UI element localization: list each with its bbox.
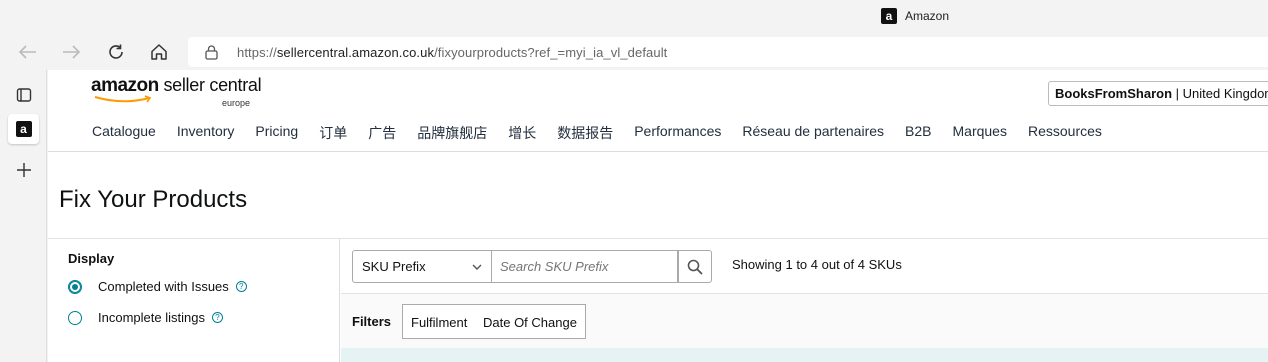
nav-item-growth[interactable]: 增长 bbox=[508, 123, 536, 143]
back-button[interactable] bbox=[14, 40, 42, 64]
option-incomplete-listings[interactable]: Incomplete listings ? bbox=[68, 310, 223, 325]
reload-button[interactable] bbox=[102, 40, 130, 64]
filter-fulfilment-button[interactable]: Fulfilment bbox=[402, 304, 477, 339]
filters-bar: Filters Fulfilment Date Of Change bbox=[341, 293, 1268, 348]
amazon-logo-icon: a bbox=[15, 121, 32, 137]
nav-item-orders[interactable]: 订单 bbox=[319, 123, 347, 143]
lock-icon[interactable] bbox=[205, 45, 218, 60]
url-scheme: https:// bbox=[237, 45, 277, 60]
results-header-strip bbox=[341, 348, 1268, 362]
search-icon bbox=[687, 259, 703, 275]
account-store-name: BooksFromSharon bbox=[1055, 86, 1173, 101]
results-count: Showing 1 to 4 out of 4 SKUs bbox=[732, 257, 902, 272]
seller-central-header: amazon seller central europe BooksFromSh… bbox=[48, 70, 1268, 152]
seller-central-logo[interactable]: amazon seller central europe bbox=[91, 75, 262, 108]
account-separator: | bbox=[1172, 86, 1183, 101]
home-icon bbox=[151, 44, 167, 60]
url-path: /fixyourproducts?ref_=myi_ia_vl_default bbox=[434, 45, 668, 60]
plus-icon bbox=[16, 163, 31, 177]
search-type-select[interactable]: SKU Prefix bbox=[352, 250, 492, 283]
account-marketplace: United Kingdom bbox=[1182, 86, 1268, 101]
display-heading: Display bbox=[68, 251, 115, 266]
search-button[interactable] bbox=[678, 250, 712, 283]
nav-item-resources[interactable]: Ressources bbox=[1028, 123, 1102, 143]
nav-item-b2b[interactable]: B2B bbox=[905, 123, 931, 143]
search-type-value: SKU Prefix bbox=[362, 259, 426, 274]
option-label: Completed with Issues bbox=[98, 279, 229, 294]
url-text[interactable]: https://sellercentral.amazon.co.uk/fixyo… bbox=[237, 45, 667, 60]
vertical-tab-rail: a bbox=[0, 70, 47, 362]
brand-amazon-text: amazon bbox=[91, 75, 159, 96]
tab-title[interactable]: Amazon bbox=[905, 9, 949, 23]
nav-item-reports[interactable]: 数据报告 bbox=[557, 123, 613, 143]
sku-search-input[interactable] bbox=[492, 250, 678, 283]
nav-item-brands[interactable]: Marques bbox=[953, 123, 1007, 143]
forward-button[interactable] bbox=[57, 40, 85, 64]
home-button[interactable] bbox=[145, 40, 173, 64]
browser-toolbar: https://sellercentral.amazon.co.uk/fixyo… bbox=[0, 34, 1268, 70]
radio-button-selected[interactable] bbox=[68, 279, 82, 294]
reload-icon bbox=[109, 44, 123, 59]
new-tab-button[interactable] bbox=[8, 155, 39, 185]
url-domain: sellercentral.amazon.co.uk bbox=[276, 45, 435, 60]
help-icon[interactable]: ? bbox=[235, 281, 247, 292]
display-sidebar: Display Completed with Issues ? Incomple… bbox=[48, 239, 340, 362]
brand-seller-central-text: seller central bbox=[158, 75, 262, 95]
nav-item-performance[interactable]: Performances bbox=[634, 123, 721, 143]
nav-item-brand-store[interactable]: 品牌旗舰店 bbox=[417, 123, 487, 143]
window-titlebar: a Amazon bbox=[0, 0, 1268, 34]
help-icon[interactable]: ? bbox=[211, 312, 223, 323]
amazon-smile-icon bbox=[94, 95, 152, 103]
account-switcher[interactable]: BooksFromSharon | United Kingdom bbox=[1048, 81, 1268, 106]
arrow-left-icon bbox=[19, 45, 36, 59]
amazon-tab[interactable]: a bbox=[8, 114, 39, 144]
page-title: Fix Your Products bbox=[59, 186, 248, 213]
filter-date-of-change-button[interactable]: Date Of Change bbox=[475, 304, 586, 339]
nav-item-inventory[interactable]: Inventory bbox=[177, 123, 235, 143]
nav-item-pricing[interactable]: Pricing bbox=[255, 123, 298, 143]
main-navigation: Catalogue Inventory Pricing 订单 广告 品牌旗舰店 … bbox=[92, 123, 1123, 143]
nav-item-catalogue[interactable]: Catalogue bbox=[92, 123, 156, 143]
option-completed-with-issues[interactable]: Completed with Issues ? bbox=[68, 279, 247, 294]
chevron-down-icon bbox=[472, 264, 482, 270]
filters-label: Filters bbox=[352, 314, 392, 329]
arrow-right-icon bbox=[63, 45, 80, 59]
radio-button[interactable] bbox=[68, 310, 82, 325]
brand-region-text: europe bbox=[222, 98, 251, 108]
address-bar[interactable]: https://sellercentral.amazon.co.uk/fixyo… bbox=[188, 37, 1268, 67]
option-label: Incomplete listings bbox=[98, 310, 205, 325]
amazon-favicon-icon: a bbox=[881, 8, 897, 24]
nav-item-partner-network[interactable]: Réseau de partenaires bbox=[742, 123, 884, 143]
page: amazon seller central europe BooksFromSh… bbox=[48, 70, 1268, 362]
tab-actions-button[interactable] bbox=[8, 80, 39, 110]
nav-item-advertising[interactable]: 广告 bbox=[368, 123, 396, 143]
main-content: SKU Prefix Showing 1 to 4 out of 4 SKUs … bbox=[341, 239, 1268, 362]
tab-actions-icon bbox=[16, 88, 31, 102]
